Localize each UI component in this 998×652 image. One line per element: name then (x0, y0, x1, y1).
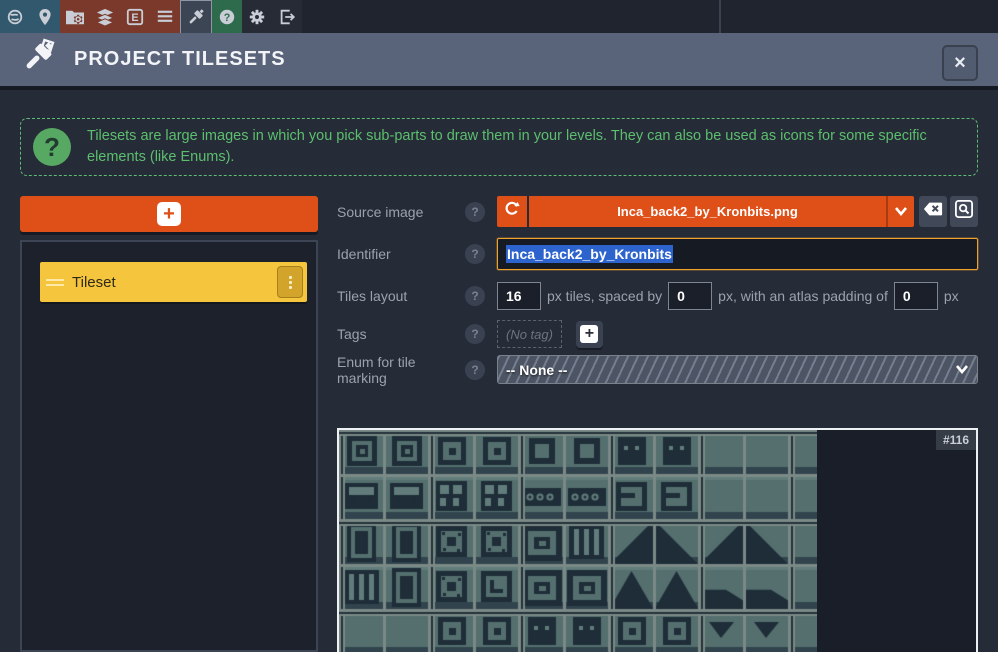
source-image-dropdown-button[interactable] (886, 196, 914, 227)
exit-button[interactable] (272, 0, 302, 33)
spaced-by-text: px tiles, spaced by (547, 288, 662, 304)
source-image-row: Source image ? Inca_back2_by_Kronbits.pn… (337, 196, 978, 227)
layers-button[interactable] (90, 0, 120, 33)
tile-size-input[interactable] (497, 282, 541, 310)
top-toolbar: E ? (0, 0, 998, 33)
refresh-image-button[interactable] (497, 196, 527, 227)
atlas-padding-text: px, with an atlas padding of (718, 288, 888, 304)
exit-door-icon (278, 8, 296, 26)
close-button[interactable]: × (942, 45, 978, 81)
kebab-menu-button[interactable] (277, 266, 303, 298)
paintbrush-icon (186, 7, 206, 27)
project-settings-button[interactable] (60, 0, 90, 33)
selected-text: Inca_back2_by_Kronbits (506, 245, 673, 263)
refresh-icon (503, 200, 521, 223)
toolbar-divider (719, 0, 721, 33)
identifier-input[interactable]: Inca_back2_by_Kronbits (497, 238, 978, 270)
enums-button[interactable] (150, 0, 180, 33)
help-callout: ? Tilesets are large images in which you… (20, 118, 978, 176)
source-image-file-button[interactable]: Inca_back2_by_Kronbits.png (529, 196, 886, 227)
svg-text:E: E (131, 12, 138, 24)
identifier-row: Identifier ? Inca_back2_by_Kronbits (337, 238, 978, 270)
help-button[interactable]: ? (212, 0, 242, 33)
enum-marking-label: Enum for tile marking (337, 354, 465, 386)
page-title: PROJECT TILESETS (74, 48, 286, 71)
entity-e-icon: E (126, 8, 144, 26)
enum-marking-row: Enum for tile marking ? -- None -- (337, 355, 978, 384)
settings-button[interactable] (242, 0, 272, 33)
help-badge[interactable]: ? (465, 202, 485, 222)
help-badge[interactable]: ? (465, 324, 485, 344)
chevron-down-icon (894, 203, 908, 221)
tileset-preview-image (339, 430, 817, 652)
no-tag-placeholder: (No tag) (497, 320, 562, 348)
source-image-label: Source image (337, 204, 465, 220)
add-tag-button[interactable]: + (576, 321, 603, 348)
backspace-clear-icon (923, 201, 943, 222)
clear-image-button[interactable] (919, 196, 947, 227)
enum-selected-value: -- None -- (506, 362, 955, 378)
entities-button[interactable]: E (120, 0, 150, 33)
tileset-list: Tileset (20, 240, 318, 652)
list-icon (156, 8, 174, 26)
tiles-layout-row: Tiles layout ? px tiles, spaced by px, w… (337, 282, 978, 310)
add-tileset-button[interactable]: + (20, 196, 318, 232)
gear-icon (248, 8, 266, 26)
panel-header: PROJECT TILESETS × (0, 33, 998, 90)
help-badge[interactable]: ? (465, 244, 485, 264)
help-badge[interactable]: ? (465, 360, 485, 380)
drag-handle-icon[interactable] (46, 279, 64, 286)
tileset-list-item[interactable]: Tileset (40, 262, 307, 302)
magnifier-icon (955, 200, 973, 223)
padding-input[interactable] (894, 282, 938, 310)
plus-icon: + (157, 202, 181, 226)
tags-label: Tags (337, 326, 465, 342)
identifier-label: Identifier (337, 246, 465, 262)
tiles-layout-label: Tiles layout (337, 288, 465, 304)
globe-icon (6, 8, 24, 26)
px-text: px (944, 288, 959, 304)
locations-button[interactable] (30, 0, 60, 33)
folder-gear-icon (65, 8, 85, 26)
help-text: Tilesets are large images in which you p… (87, 126, 965, 168)
help-badge[interactable]: ? (465, 286, 485, 306)
plus-icon: + (580, 325, 598, 343)
tile-count-badge: #116 (936, 430, 976, 450)
enum-select[interactable]: -- None -- (497, 355, 978, 384)
question-circle-icon: ? (33, 128, 71, 166)
locate-file-button[interactable] (950, 196, 978, 227)
chevron-down-icon (955, 361, 969, 379)
tilesets-button[interactable] (180, 0, 212, 33)
map-pin-icon (37, 8, 53, 26)
world-button[interactable] (0, 0, 30, 33)
paintbrush-header-icon (18, 37, 58, 82)
tileset-item-label: Tileset (72, 274, 277, 291)
tileset-preview-panel: #116 (337, 428, 978, 652)
layers-icon (95, 8, 115, 26)
question-icon: ? (218, 8, 236, 26)
tags-row: Tags ? (No tag) + (337, 320, 978, 348)
spacing-input[interactable] (668, 282, 712, 310)
svg-text:?: ? (224, 12, 231, 24)
